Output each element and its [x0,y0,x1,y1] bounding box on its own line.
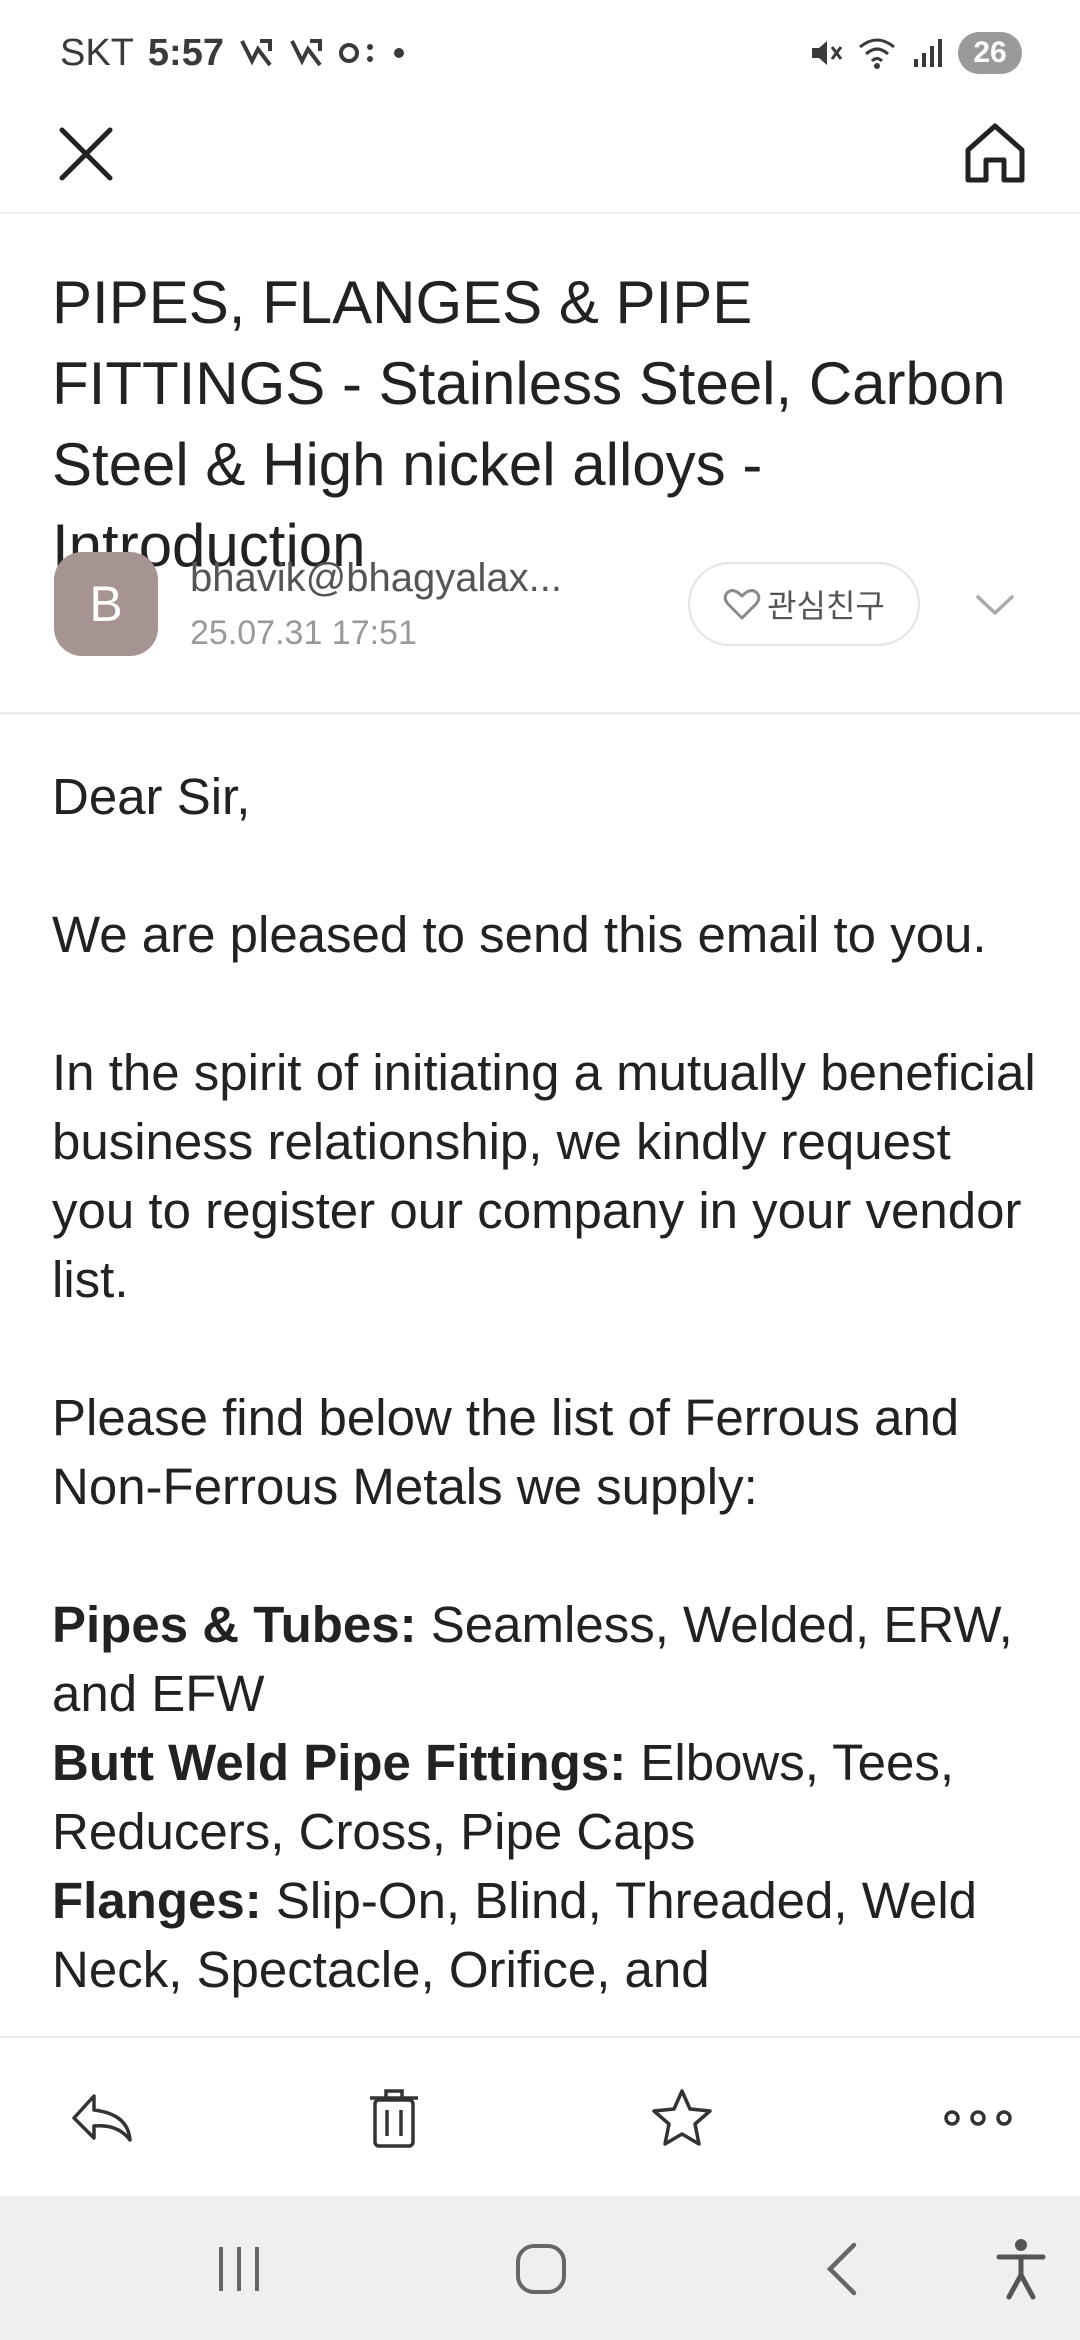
body-paragraph: In the spirit of initiating a mutually b… [52,1044,1036,1308]
missed-call-icon [238,35,274,71]
back-icon[interactable] [808,2234,878,2304]
body-paragraph: Please find below the list of Ferrous an… [52,1389,960,1515]
clock: 5:57 [147,31,224,74]
more-icon[interactable] [938,2082,1018,2154]
email-body: Dear Sir, We are pleased to send this em… [52,762,1042,2040]
wifi-icon [856,35,898,71]
reply-icon[interactable] [66,2082,138,2154]
sent-date: 25.07.31 17:51 [190,614,417,652]
avatar[interactable]: B [54,552,158,656]
body-paragraph: We are pleased to send this email to you… [52,906,987,963]
recent-apps-icon[interactable] [204,2234,274,2304]
product-label: Flanges: [52,1872,262,1929]
system-navigation-bar [0,2196,1080,2340]
signal-icon [910,35,946,71]
star-icon[interactable] [646,2082,718,2154]
delete-icon[interactable] [358,2082,430,2154]
home-icon[interactable] [960,118,1030,188]
home-circle-icon[interactable] [506,2234,576,2304]
favorite-friend-button[interactable]: 관심친구 [688,562,920,646]
avatar-letter: B [89,576,123,632]
chevron-down-icon[interactable] [970,580,1020,630]
status-right: 26 [808,28,1022,78]
carrier-label: SKT [60,31,134,74]
top-nav [0,104,1080,214]
product-item: Butt Weld Pipe Fittings: Elbows, Tees, R… [52,1728,1042,1866]
voicemail-icon [338,38,378,68]
heart-icon [723,587,761,621]
battery-badge: 26 [958,32,1022,74]
favorite-friend-label: 관심친구 [767,587,885,625]
header-divider [0,712,1080,715]
product-item: Flanges: Slip-On, Blind, Threaded, Weld … [52,1866,1042,2004]
product-label: Pipes & Tubes: [52,1596,417,1653]
dot-icon [392,46,406,60]
status-left: SKT 5:57 [60,26,406,80]
email-subject: PIPES, FLANGES & PIPE FITTINGS - Stainle… [52,269,1006,579]
bottom-toolbar [0,2036,1080,2196]
close-icon[interactable] [54,122,118,186]
product-label: Butt Weld Pipe Fittings: [52,1734,627,1791]
mute-icon [808,35,844,71]
missed-call-icon [288,35,324,71]
status-bar: SKT 5:57 26 [0,0,1080,104]
body-greeting: Dear Sir, [52,768,251,825]
sender-address[interactable]: bhavik@bhagyalax... [190,556,610,601]
product-item: Pipes & Tubes: Seamless, Welded, ERW, an… [52,1590,1042,1728]
accessibility-icon[interactable] [986,2234,1056,2304]
